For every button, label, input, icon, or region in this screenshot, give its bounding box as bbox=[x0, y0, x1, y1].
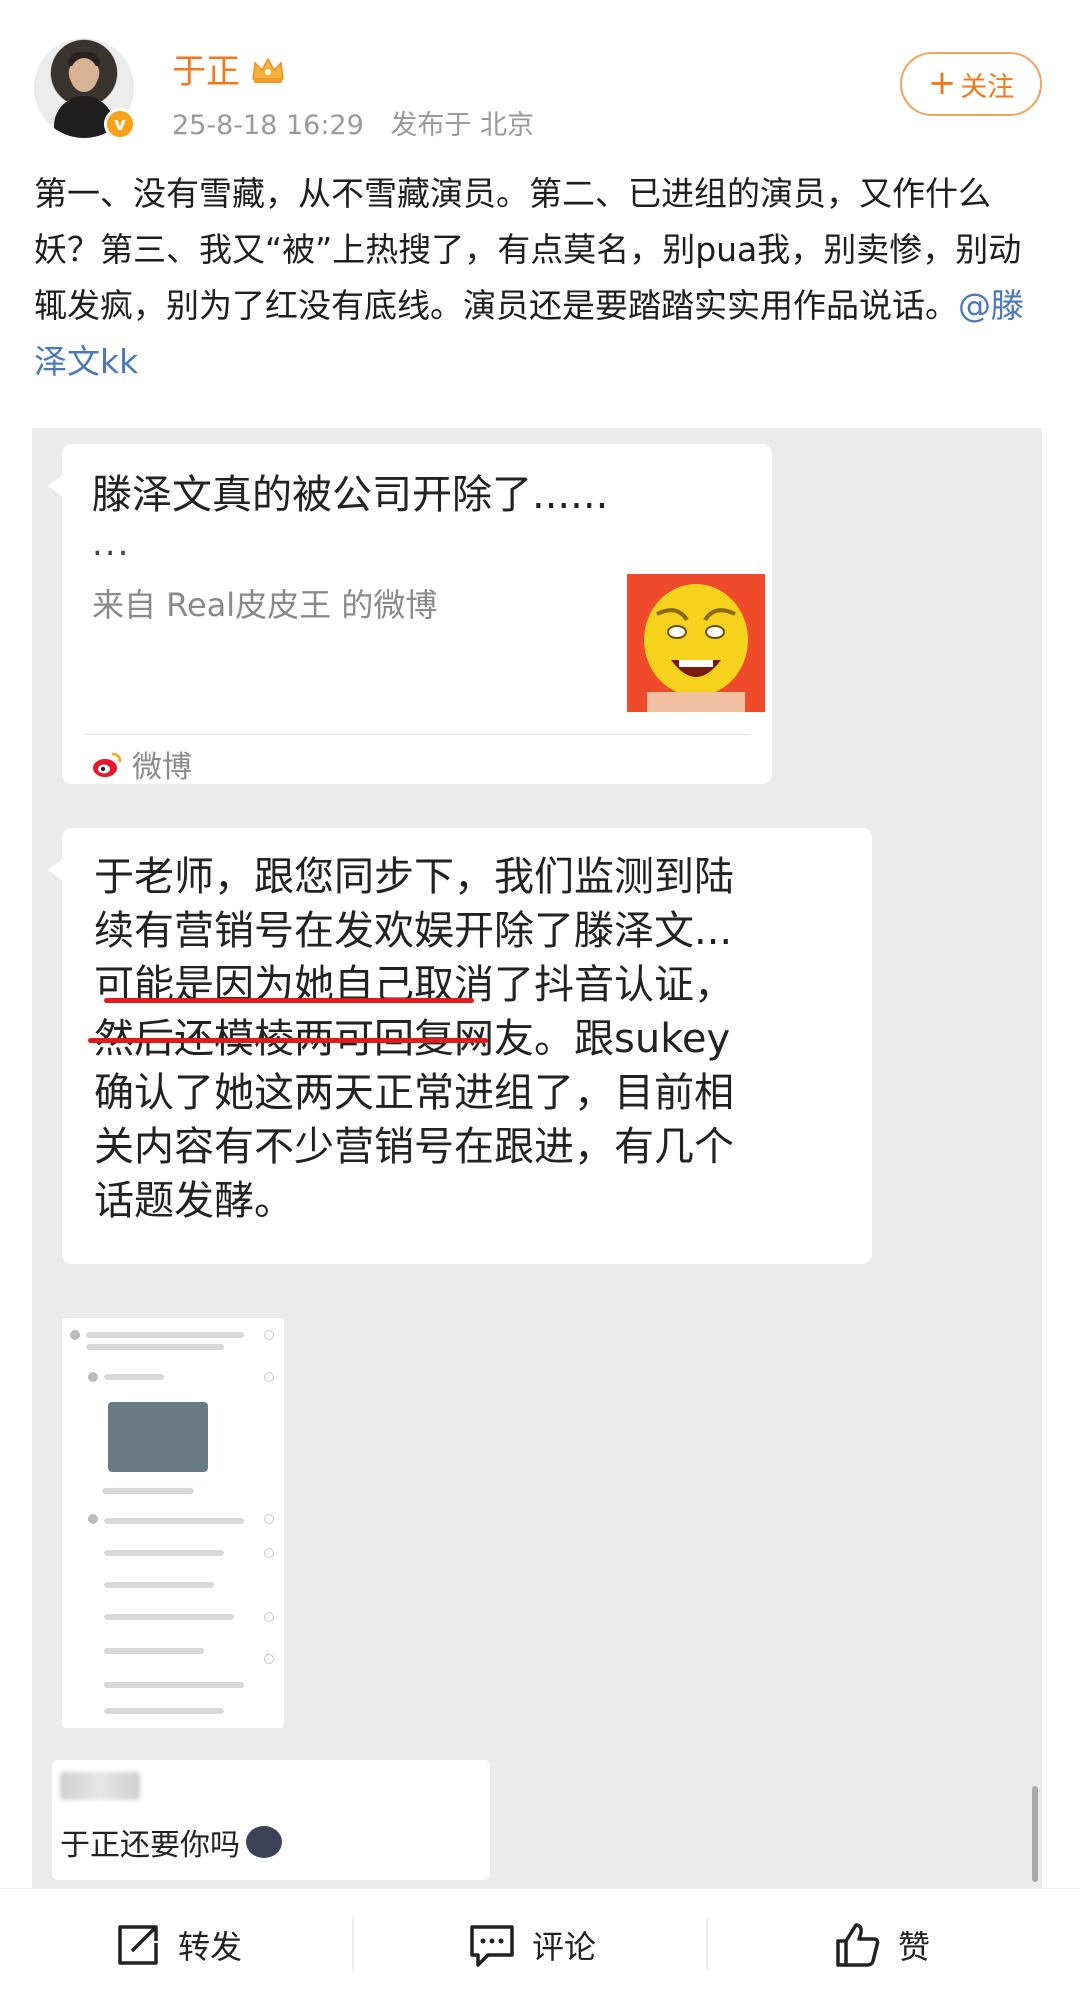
thumb-text-row bbox=[86, 1332, 244, 1338]
laughing-face-sticker bbox=[627, 574, 765, 712]
chat-message: 于老师，跟您同步下，我们监测到陆 续有营销号在发欢娱开除了滕泽文... 可能是因… bbox=[48, 828, 872, 1264]
repost-icon bbox=[118, 1925, 158, 1965]
post-image[interactable]: 滕泽文真的被公司开除了...... ... 来自 Real皮皮王 的微博 微博 … bbox=[32, 428, 1042, 1888]
post-meta: 25-8-18 16:29 发布于 北京 bbox=[172, 103, 552, 142]
follow-button[interactable]: + 关注 bbox=[900, 52, 1042, 116]
post-text: 第一、没有雪藏，从不雪藏演员。第二、已进组的演员，又作什么妖？第三、我又“被”上… bbox=[34, 166, 1044, 390]
thumb-avatar bbox=[70, 1330, 80, 1340]
thumb-text-row bbox=[102, 1488, 194, 1494]
verified-badge-icon: v bbox=[104, 108, 136, 140]
thumb-text-row bbox=[104, 1374, 164, 1380]
thumb-text-row bbox=[104, 1582, 214, 1588]
card-title-continued: ... bbox=[92, 524, 131, 564]
post-body: 第一、没有雪藏，从不雪藏演员。第二、已进组的演员，又作什么妖？第三、我又“被”上… bbox=[34, 174, 1022, 325]
like-icon bbox=[264, 1654, 274, 1664]
thumb-text-row bbox=[104, 1682, 244, 1688]
thumb-text-row bbox=[104, 1518, 244, 1524]
emoji-icon bbox=[246, 1826, 282, 1858]
post-time: 25-8-18 16:29 bbox=[172, 110, 364, 141]
toolbar-divider bbox=[352, 1919, 354, 1969]
repost-button[interactable]: 转发 bbox=[112, 1917, 242, 1973]
comment-icon bbox=[470, 1925, 514, 1967]
post-header: v 于正 25-8-18 16:29 发布于 北京 + 关注 bbox=[0, 0, 1080, 150]
repost-label: 转发 bbox=[178, 1928, 243, 1966]
chat-line: 话题发酵。 bbox=[94, 1178, 294, 1224]
thumb-avatar bbox=[88, 1372, 98, 1382]
card-source: 来自 Real皮皮王 的微博 bbox=[92, 586, 438, 624]
like-icon bbox=[264, 1548, 274, 1558]
like-icon bbox=[264, 1330, 274, 1340]
like-icon bbox=[264, 1612, 274, 1622]
blurred-username bbox=[60, 1772, 140, 1800]
action-toolbar: 转发 评论 赞 bbox=[0, 1888, 1080, 2002]
comment-snippet: 于正还要你吗 bbox=[52, 1760, 490, 1880]
like-icon bbox=[264, 1372, 274, 1382]
red-underline bbox=[104, 998, 474, 1003]
chat-line: 关内容有不少营销号在跟进，有几个 bbox=[94, 1124, 734, 1170]
username[interactable]: 于正 bbox=[172, 44, 286, 93]
scrollbar[interactable] bbox=[1032, 1786, 1038, 1882]
comment-text: 于正还要你吗 bbox=[60, 1828, 240, 1863]
card-footer: 微博 bbox=[92, 742, 192, 786]
like-label: 赞 bbox=[898, 1928, 931, 1966]
thumb-text-row bbox=[104, 1708, 224, 1714]
like-icon bbox=[264, 1514, 274, 1524]
card-footer-label: 微博 bbox=[132, 750, 192, 785]
chat-line: 可能是因为她自己取消了抖音认证， bbox=[94, 962, 734, 1008]
thumb-text-row bbox=[104, 1648, 204, 1654]
thumb-sticker-image bbox=[108, 1402, 208, 1472]
plus-icon: + bbox=[927, 62, 957, 103]
chat-line: 于老师，跟您同步下，我们监测到陆 bbox=[94, 854, 734, 900]
chat-line: 续有营销号在发欢娱开除了滕泽文... bbox=[94, 908, 733, 954]
card-title: 滕泽文真的被公司开除了...... bbox=[92, 472, 609, 518]
post-location: 发布于 北京 bbox=[390, 110, 534, 141]
red-underline bbox=[88, 1038, 488, 1043]
thumbs-up-icon bbox=[836, 1923, 880, 1967]
username-label: 于正 bbox=[172, 52, 240, 92]
shared-weibo-card: 滕泽文真的被公司开除了...... ... 来自 Real皮皮王 的微博 微博 bbox=[48, 444, 772, 786]
weibo-logo-icon bbox=[92, 750, 122, 778]
chat-line: 确认了她这两天正常进组了，目前相 bbox=[94, 1070, 734, 1116]
follow-label: 关注 bbox=[960, 71, 1015, 103]
thumb-text-row bbox=[104, 1614, 234, 1620]
thumb-avatar bbox=[88, 1514, 98, 1524]
thumb-text-row bbox=[104, 1550, 224, 1556]
card-divider bbox=[84, 734, 750, 735]
crown-icon bbox=[250, 54, 286, 84]
comment-button[interactable]: 评论 bbox=[466, 1917, 596, 1973]
avatar-face bbox=[70, 58, 98, 92]
toolbar-divider bbox=[706, 1919, 708, 1969]
comments-thumbnail bbox=[62, 1318, 284, 1728]
like-button[interactable]: 赞 bbox=[832, 1917, 930, 1973]
comment-snippet-text: 于正还要你吗 bbox=[60, 1820, 282, 1864]
comment-label: 评论 bbox=[532, 1928, 597, 1966]
thumb-text-row bbox=[86, 1344, 224, 1350]
